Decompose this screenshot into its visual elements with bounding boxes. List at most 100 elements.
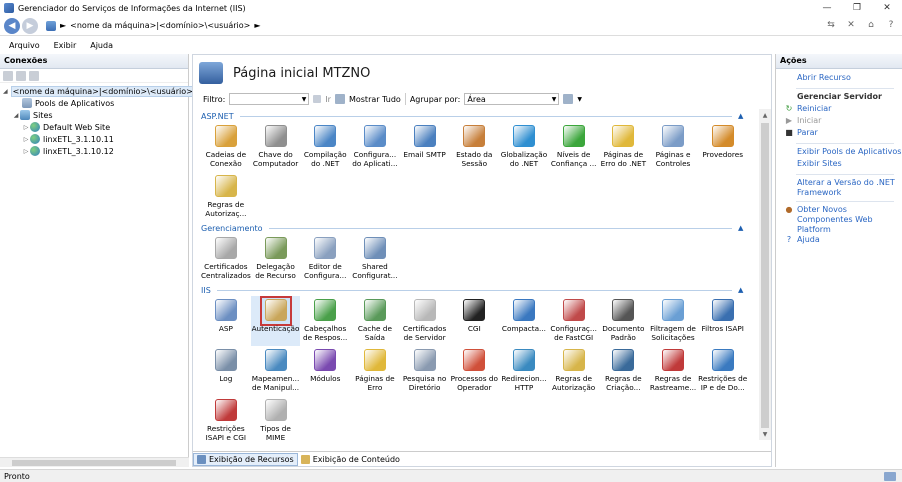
collapse-icon[interactable]: ▲: [738, 286, 748, 294]
feature-log[interactable]: Log: [201, 346, 251, 396]
back-button[interactable]: ◀: [4, 17, 20, 34]
network-icon[interactable]: ⇆: [824, 18, 838, 32]
tree-item-server[interactable]: ◢ <nome da máquina>|<domínio>\<usuário>: [0, 85, 195, 97]
filter-input[interactable]: ▼: [229, 93, 310, 105]
section-header-gerenciamento[interactable]: Gerenciamento ▲: [201, 222, 748, 234]
feature-tipos-de-mime[interactable]: Tipos de MIME: [251, 396, 301, 440]
feature-mapeamen-de-manipul[interactable]: Mapeamen... de Manipul...: [251, 346, 301, 396]
feature-filtragem-de-solicitacoes[interactable]: Filtragem de Solicitações: [648, 296, 698, 346]
tree-item-site[interactable]: ▷ linxETL_3.1.10.11: [0, 133, 188, 145]
feature-regras-de-autorizacao[interactable]: Regras de Autorização: [549, 346, 599, 396]
menu-exibir[interactable]: Exibir: [54, 41, 77, 50]
feature-pesquisa-no-diretorio[interactable]: Pesquisa no Diretório: [400, 346, 450, 396]
tree-item-site[interactable]: ▷ Default Web Site: [0, 121, 188, 133]
connect-icon[interactable]: [3, 70, 13, 81]
horizontal-scrollbar[interactable]: [0, 457, 189, 467]
stop-icon[interactable]: ✕: [844, 18, 858, 32]
tab-features-view[interactable]: Exibição de Recursos: [193, 452, 298, 466]
action-obter-novos-componentes-web-platform[interactable]: ● Obter Novos Componentes Web Platform: [776, 205, 902, 235]
feature-regras-de-autorizac[interactable]: Regras de Autorizaç...: [201, 172, 251, 222]
action-exibir-pools-de-aplicativos[interactable]: Exibir Pools de Aplicativos: [776, 147, 902, 159]
show-all-icon[interactable]: [334, 94, 345, 104]
forward-button[interactable]: ▶: [22, 17, 38, 34]
feature-delegacao-de-recurso[interactable]: Delegação de Recurso: [251, 234, 301, 284]
expand-toggle[interactable]: ▷: [22, 148, 30, 155]
feature-globalizacao-do-net[interactable]: Globalização do .NET: [499, 122, 549, 172]
feature-filtros-isapi[interactable]: Filtros ISAPI: [698, 296, 748, 346]
feature-cache-de-saida[interactable]: Cache de Saída: [350, 296, 400, 346]
collapse-icon[interactable]: ▲: [738, 224, 748, 232]
home-icon[interactable]: ⌂: [864, 18, 878, 32]
show-all-button[interactable]: Mostrar Tudo: [349, 95, 401, 104]
feature-autenticacao[interactable]: Autenticação: [250, 296, 301, 346]
section-header-asp-net[interactable]: ASP.NET ▲: [201, 110, 748, 122]
feature-paginas-e-controles[interactable]: Páginas e Controles: [648, 122, 698, 172]
feature-estado-da-sessao[interactable]: Estado da Sessão: [449, 122, 499, 172]
feature-modulos[interactable]: Módulos: [300, 346, 350, 396]
feature-configurac-de-fastcgi[interactable]: Configuraç... de FastCGI: [549, 296, 599, 346]
feature-shared-configurat[interactable]: Shared Configurat...: [350, 234, 400, 284]
feature-compilacao-do-net[interactable]: Compilação do .NET: [300, 122, 350, 172]
go-button[interactable]: Ir: [325, 95, 331, 104]
menu-arquivo[interactable]: Arquivo: [9, 41, 40, 50]
tree-item-site[interactable]: ▷ linxETL_3.1.10.12: [0, 145, 188, 157]
view-mode-icon[interactable]: [563, 94, 574, 104]
scroll-down-icon[interactable]: ▼: [759, 428, 771, 440]
feature-certificados-centralizados[interactable]: Certificados Centralizados: [201, 234, 251, 284]
minimize-button[interactable]: —: [812, 0, 842, 16]
paginas-de-erro-do-net-icon: [612, 125, 635, 147]
expand-toggle[interactable]: ▷: [22, 136, 30, 143]
feature-processos-do-operador[interactable]: Processos do Operador: [449, 346, 499, 396]
save-icon[interactable]: [16, 70, 26, 81]
feature-certificados-de-servidor[interactable]: Certificados de Servidor: [400, 296, 450, 346]
section-header-iis[interactable]: IIS ▲: [201, 284, 748, 296]
tab-content-view[interactable]: Exibição de Conteúdo: [298, 453, 403, 466]
expand-toggle[interactable]: ◢: [12, 112, 20, 119]
feature-cabecalhos-de-respos[interactable]: Cabeçalhos de Respos...: [300, 296, 350, 346]
feature-cgi[interactable]: CGI: [449, 296, 499, 346]
group-by-select[interactable]: Área ▼: [464, 93, 560, 105]
action-reiniciar[interactable]: ↻ Reiniciar: [776, 104, 902, 116]
feature-asp[interactable]: ASP: [201, 296, 251, 346]
go-icon[interactable]: [313, 95, 322, 103]
action-ajuda[interactable]: ? Ajuda: [776, 235, 902, 247]
tree-item-sites[interactable]: ◢ Sites: [0, 109, 188, 121]
feature-provedores[interactable]: Provedores: [698, 122, 748, 172]
scrollbar-thumb[interactable]: [761, 123, 769, 428]
feature-restricoes-de-ip-e-de-do[interactable]: Restrições de IP e de Do...: [698, 346, 748, 396]
feature-documento-padrao[interactable]: Documento Padrão: [599, 296, 649, 346]
chevron-down-icon[interactable]: ▼: [577, 96, 582, 103]
action-exibir-sites[interactable]: Exibir Sites: [776, 159, 902, 171]
feature-cadeias-de-conexao[interactable]: Cadeias de Conexão: [201, 122, 251, 172]
feature-restricoes-isapi-e-cgi[interactable]: Restrições ISAPI e CGI: [201, 396, 251, 440]
refresh-icon[interactable]: [29, 70, 39, 81]
expand-toggle[interactable]: ◢: [3, 88, 8, 95]
action-iniciar[interactable]: ▶ Iniciar: [776, 116, 902, 128]
collapse-icon[interactable]: ▲: [738, 112, 748, 120]
feature-redirecion-http[interactable]: Redirecion... HTTP: [499, 346, 549, 396]
action-parar[interactable]: ■ Parar: [776, 128, 902, 140]
breadcrumb[interactable]: ► <nome da máquina>|<domínio>\<usuário> …: [46, 20, 261, 31]
action-alterar-a-versao-do-net-framework[interactable]: Alterar a Versão do .NET Framework: [776, 178, 902, 198]
feature-niveis-de-confianca[interactable]: Níveis de Confiança ...: [549, 122, 599, 172]
feature-compacta[interactable]: Compacta...: [499, 296, 549, 346]
close-button[interactable]: ✕: [872, 0, 902, 16]
action-abrir-recurso[interactable]: Abrir Recurso: [776, 73, 902, 85]
feature-paginas-de-erro-do-net[interactable]: Páginas de Erro do .NET: [599, 122, 649, 172]
feature-regras-de-rastreame[interactable]: Regras de Rastreame...: [648, 346, 698, 396]
menu-ajuda[interactable]: Ajuda: [90, 41, 113, 50]
feature-regras-de-criacao[interactable]: Regras de Criação...: [599, 346, 649, 396]
feature-email-smtp[interactable]: Email SMTP: [400, 122, 450, 172]
feature-editor-de-configura[interactable]: Editor de Configura...: [300, 234, 350, 284]
help-icon[interactable]: ?: [884, 18, 898, 32]
feature-paginas-de-erro[interactable]: Páginas de Erro: [350, 346, 400, 396]
maximize-button[interactable]: ❐: [842, 0, 872, 16]
vertical-scrollbar[interactable]: ▲ ▼: [759, 109, 771, 440]
breadcrumb-machine[interactable]: <nome da máquina>|<domínio>\<usuário>: [70, 21, 250, 30]
scroll-up-icon[interactable]: ▲: [759, 109, 771, 121]
tree-item-app-pools[interactable]: Pools de Aplicativos: [0, 97, 188, 109]
feature-chave-do-computador[interactable]: Chave do Computador: [251, 122, 301, 172]
feature-configura-do-aplicati[interactable]: Configura... do Aplicati...: [350, 122, 400, 172]
expand-toggle[interactable]: ▷: [22, 124, 30, 131]
scrollbar-thumb[interactable]: [12, 460, 176, 466]
